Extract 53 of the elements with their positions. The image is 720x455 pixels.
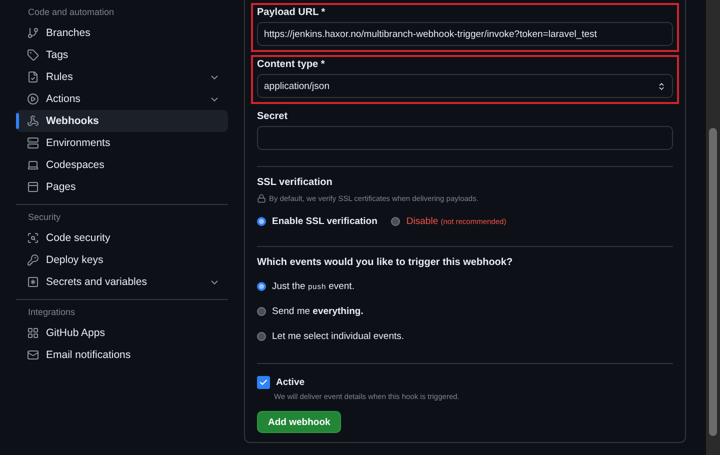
sidebar-item[interactable]: Secrets and variables	[16, 271, 228, 293]
tag-icon	[27, 49, 39, 61]
radio-button[interactable]	[257, 282, 266, 291]
radio-button[interactable]	[391, 217, 400, 226]
sidebar-item[interactable]: Code security	[16, 227, 228, 249]
active-indicator	[16, 113, 19, 129]
section-heading: SSL verification	[257, 177, 334, 188]
field-label: Payload URL *	[257, 7, 326, 18]
field-label: Content type *	[257, 59, 326, 70]
input-field[interactable]	[257, 126, 673, 150]
server-icon	[27, 137, 39, 149]
sidebar-item[interactable]: Webhooks	[16, 110, 228, 132]
checkbox[interactable]	[257, 376, 270, 388]
section-heading: Code and automation	[27, 7, 116, 19]
scrollbar[interactable]	[706, 0, 720, 455]
select-arrows-icon	[657, 82, 666, 90]
add-webhook-button[interactable]: Add webhook	[257, 411, 342, 433]
field-label: Secret	[257, 111, 289, 122]
sidebar-item[interactable]: Email notifications	[16, 344, 228, 366]
sidebar-item[interactable]: Branches	[16, 22, 228, 44]
select-field[interactable]: application/json	[257, 74, 673, 98]
radio-label: Let me select individual events.	[272, 331, 404, 342]
file-check-icon	[27, 71, 39, 83]
check-icon	[259, 378, 268, 386]
sidebar-item[interactable]: Actions	[16, 88, 228, 110]
section-heading: Integrations	[27, 307, 76, 319]
radio-label: Send me everything.	[272, 306, 364, 317]
radio-button[interactable]	[257, 332, 266, 341]
asterisk-square-icon	[27, 276, 39, 288]
webhook-icon	[27, 115, 39, 127]
sidebar-item[interactable]: GitHub Apps	[16, 322, 228, 344]
laptop-icon	[27, 159, 39, 171]
sidebar-item[interactable]: Codespaces	[16, 154, 228, 176]
checkbox-label: Active	[276, 376, 305, 388]
radio-button[interactable]	[257, 217, 266, 226]
key-icon	[27, 254, 39, 266]
radio-button[interactable]	[257, 307, 266, 316]
play-icon	[27, 93, 39, 105]
radio-label: Enable SSL verification	[272, 216, 378, 227]
grid-icon	[27, 327, 39, 339]
section-heading: Security	[27, 212, 62, 224]
scan-icon	[27, 232, 39, 244]
input-field[interactable]: https://jenkins.haxor.no/multibranch-webhook-trigger/invoke?token=laravel_test	[257, 22, 673, 46]
sidebar-item[interactable]: Rules	[16, 66, 228, 88]
sidebar-item[interactable]: Tags	[16, 44, 228, 66]
sidebar-item[interactable]: Deploy keys	[16, 249, 228, 271]
mail-icon	[27, 349, 39, 361]
branch-icon	[27, 27, 39, 39]
sidebar-item[interactable]: Environments	[16, 132, 228, 154]
browser-window-icon	[27, 181, 39, 193]
question-text: Which events would you like to trigger this webhook?	[257, 257, 514, 268]
sidebar-item[interactable]: Pages	[16, 176, 228, 198]
lock-icon	[257, 194, 266, 203]
